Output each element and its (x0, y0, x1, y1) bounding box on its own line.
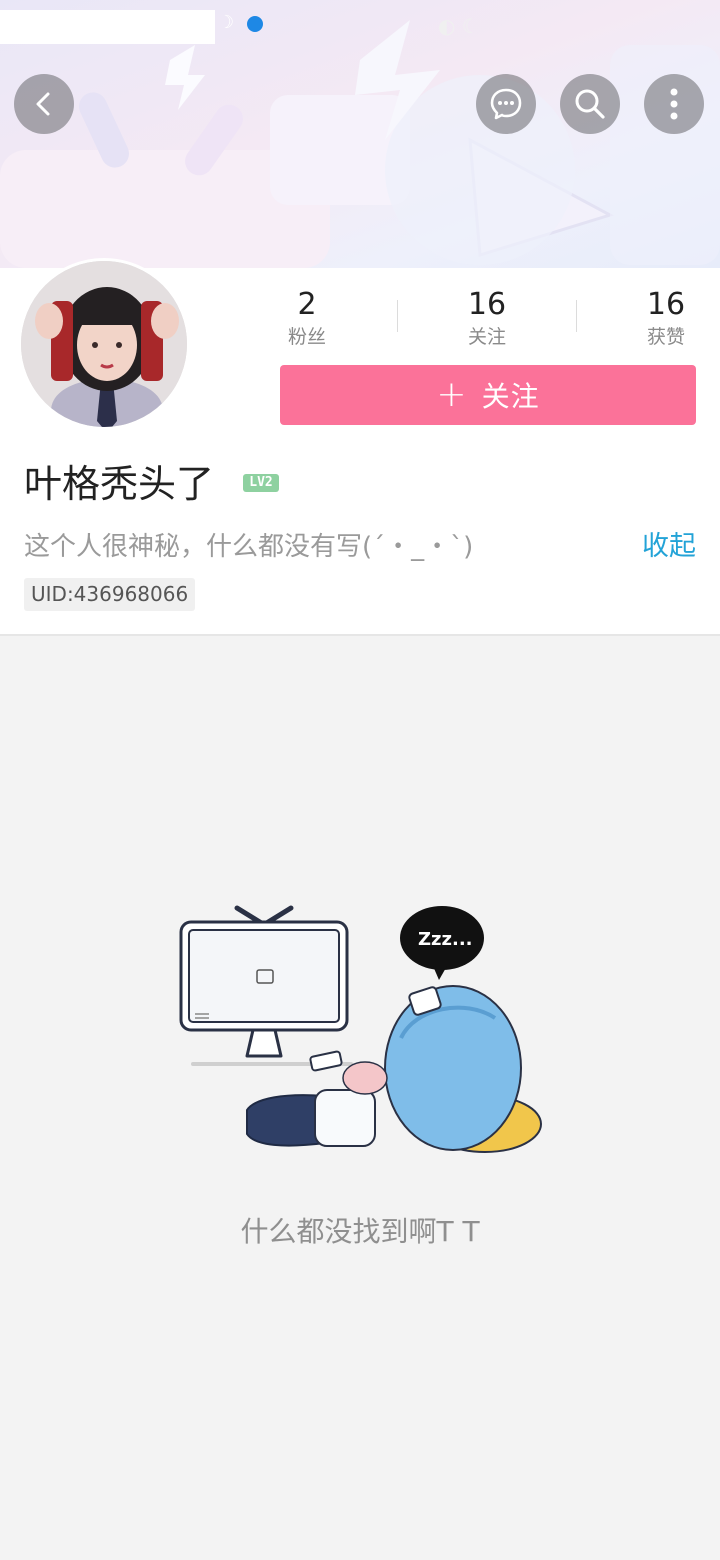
message-button[interactable] (476, 74, 536, 134)
bubble-text: Zzz... (418, 929, 473, 950)
search-icon (575, 89, 605, 119)
status-bar-mask (0, 10, 215, 44)
following-count: 16 (467, 287, 507, 322)
more-button[interactable] (644, 74, 704, 134)
status-app-icon (247, 16, 263, 32)
fans-label: 粉丝 (287, 326, 326, 348)
status-icons: ◐ ☾ (438, 14, 480, 38)
likes-count: 16 (646, 287, 686, 322)
stat-likes[interactable]: 16 获赞 (611, 288, 720, 350)
empty-state-message: 什么都没找到啊T T (240, 1215, 480, 1248)
moon-icon: ☽ (218, 12, 235, 33)
stat-divider (576, 300, 577, 332)
search-button[interactable] (560, 74, 620, 134)
stat-fans[interactable]: 2 粉丝 (252, 288, 362, 350)
stat-following[interactable]: 16 关注 (432, 288, 542, 350)
more-vertical-icon (670, 88, 678, 120)
avatar-image (21, 261, 187, 427)
user-bio: 这个人很神秘，什么都没有写(´・_・`) (24, 532, 474, 562)
follow-button-label: 关注 (481, 380, 540, 413)
likes-label: 获赞 (646, 326, 685, 348)
chat-icon (490, 88, 522, 120)
back-button[interactable] (14, 74, 74, 134)
following-label: 关注 (467, 326, 506, 348)
fans-count: 2 (297, 287, 317, 322)
user-name: 叶格秃头了 (24, 462, 215, 506)
empty-state-illustration: Zzz... (175, 898, 545, 1168)
follow-button[interactable]: + 关注 (280, 365, 696, 425)
collapse-link[interactable]: 收起 (642, 530, 696, 564)
stat-divider (397, 300, 398, 332)
profile-card: 2 粉丝 16 关注 16 获赞 + 关注 叶格秃头了 LV2 这个人很神秘，什… (0, 258, 720, 636)
avatar[interactable] (18, 258, 190, 430)
level-badge: LV2 (243, 474, 279, 492)
chevron-left-icon (36, 92, 50, 116)
uid-label[interactable]: UID:436968066 (24, 578, 196, 611)
profile-banner: ☽ ◐ ☾ (0, 0, 720, 268)
plus-icon: + (436, 374, 468, 415)
